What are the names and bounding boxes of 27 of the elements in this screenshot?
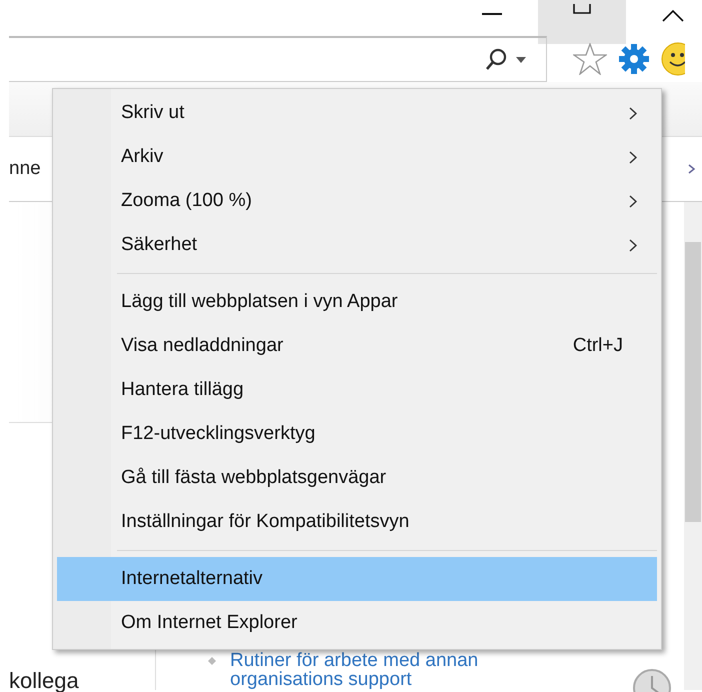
search-icon[interactable] <box>484 48 508 72</box>
menu-item[interactable]: Skriv ut <box>57 91 657 135</box>
bullet-icon <box>208 656 216 664</box>
shortcut-text: Ctrl+J <box>572 335 623 357</box>
menu-item[interactable]: F12-utvecklingsverktyg <box>57 412 657 456</box>
menu-item[interactable]: Gå till fästa webbplatsgenvägar <box>57 456 657 500</box>
close-icon[interactable] <box>662 10 684 22</box>
menu-item[interactable]: Säkerhet <box>57 223 657 267</box>
star-icon[interactable] <box>573 43 607 75</box>
dropdown-caret-icon[interactable] <box>516 56 526 62</box>
menu-item[interactable]: Hantera tillägg <box>57 368 657 412</box>
tab-text[interactable]: nne <box>9 158 41 180</box>
menu-item[interactable]: Om Internet Explorer <box>57 601 657 645</box>
link[interactable]: organisations support <box>230 670 412 689</box>
menu-item[interactable]: Internetalternativ <box>57 557 657 601</box>
link[interactable]: Rutiner för arbete med annan <box>230 651 478 670</box>
menu-item[interactable]: Zooma (100 %) <box>57 179 657 223</box>
maximize-icon <box>573 4 591 14</box>
minimize-icon[interactable] <box>482 12 502 16</box>
chevron-icon[interactable] <box>688 164 696 174</box>
menu-item[interactable]: Arkiv <box>57 135 657 179</box>
settings-icon[interactable] <box>619 44 649 74</box>
smiley-icon[interactable] <box>661 42 685 76</box>
scrollbar[interactable] <box>684 202 702 690</box>
menu-item[interactable]: Inställningar för Kompatibilitetsvyn <box>57 500 657 544</box>
menu-item[interactable]: Lägg till webbplatsen i vyn Appar <box>57 280 657 324</box>
menu-item[interactable]: Visa nedladdningar Ctrl+J <box>57 324 657 368</box>
